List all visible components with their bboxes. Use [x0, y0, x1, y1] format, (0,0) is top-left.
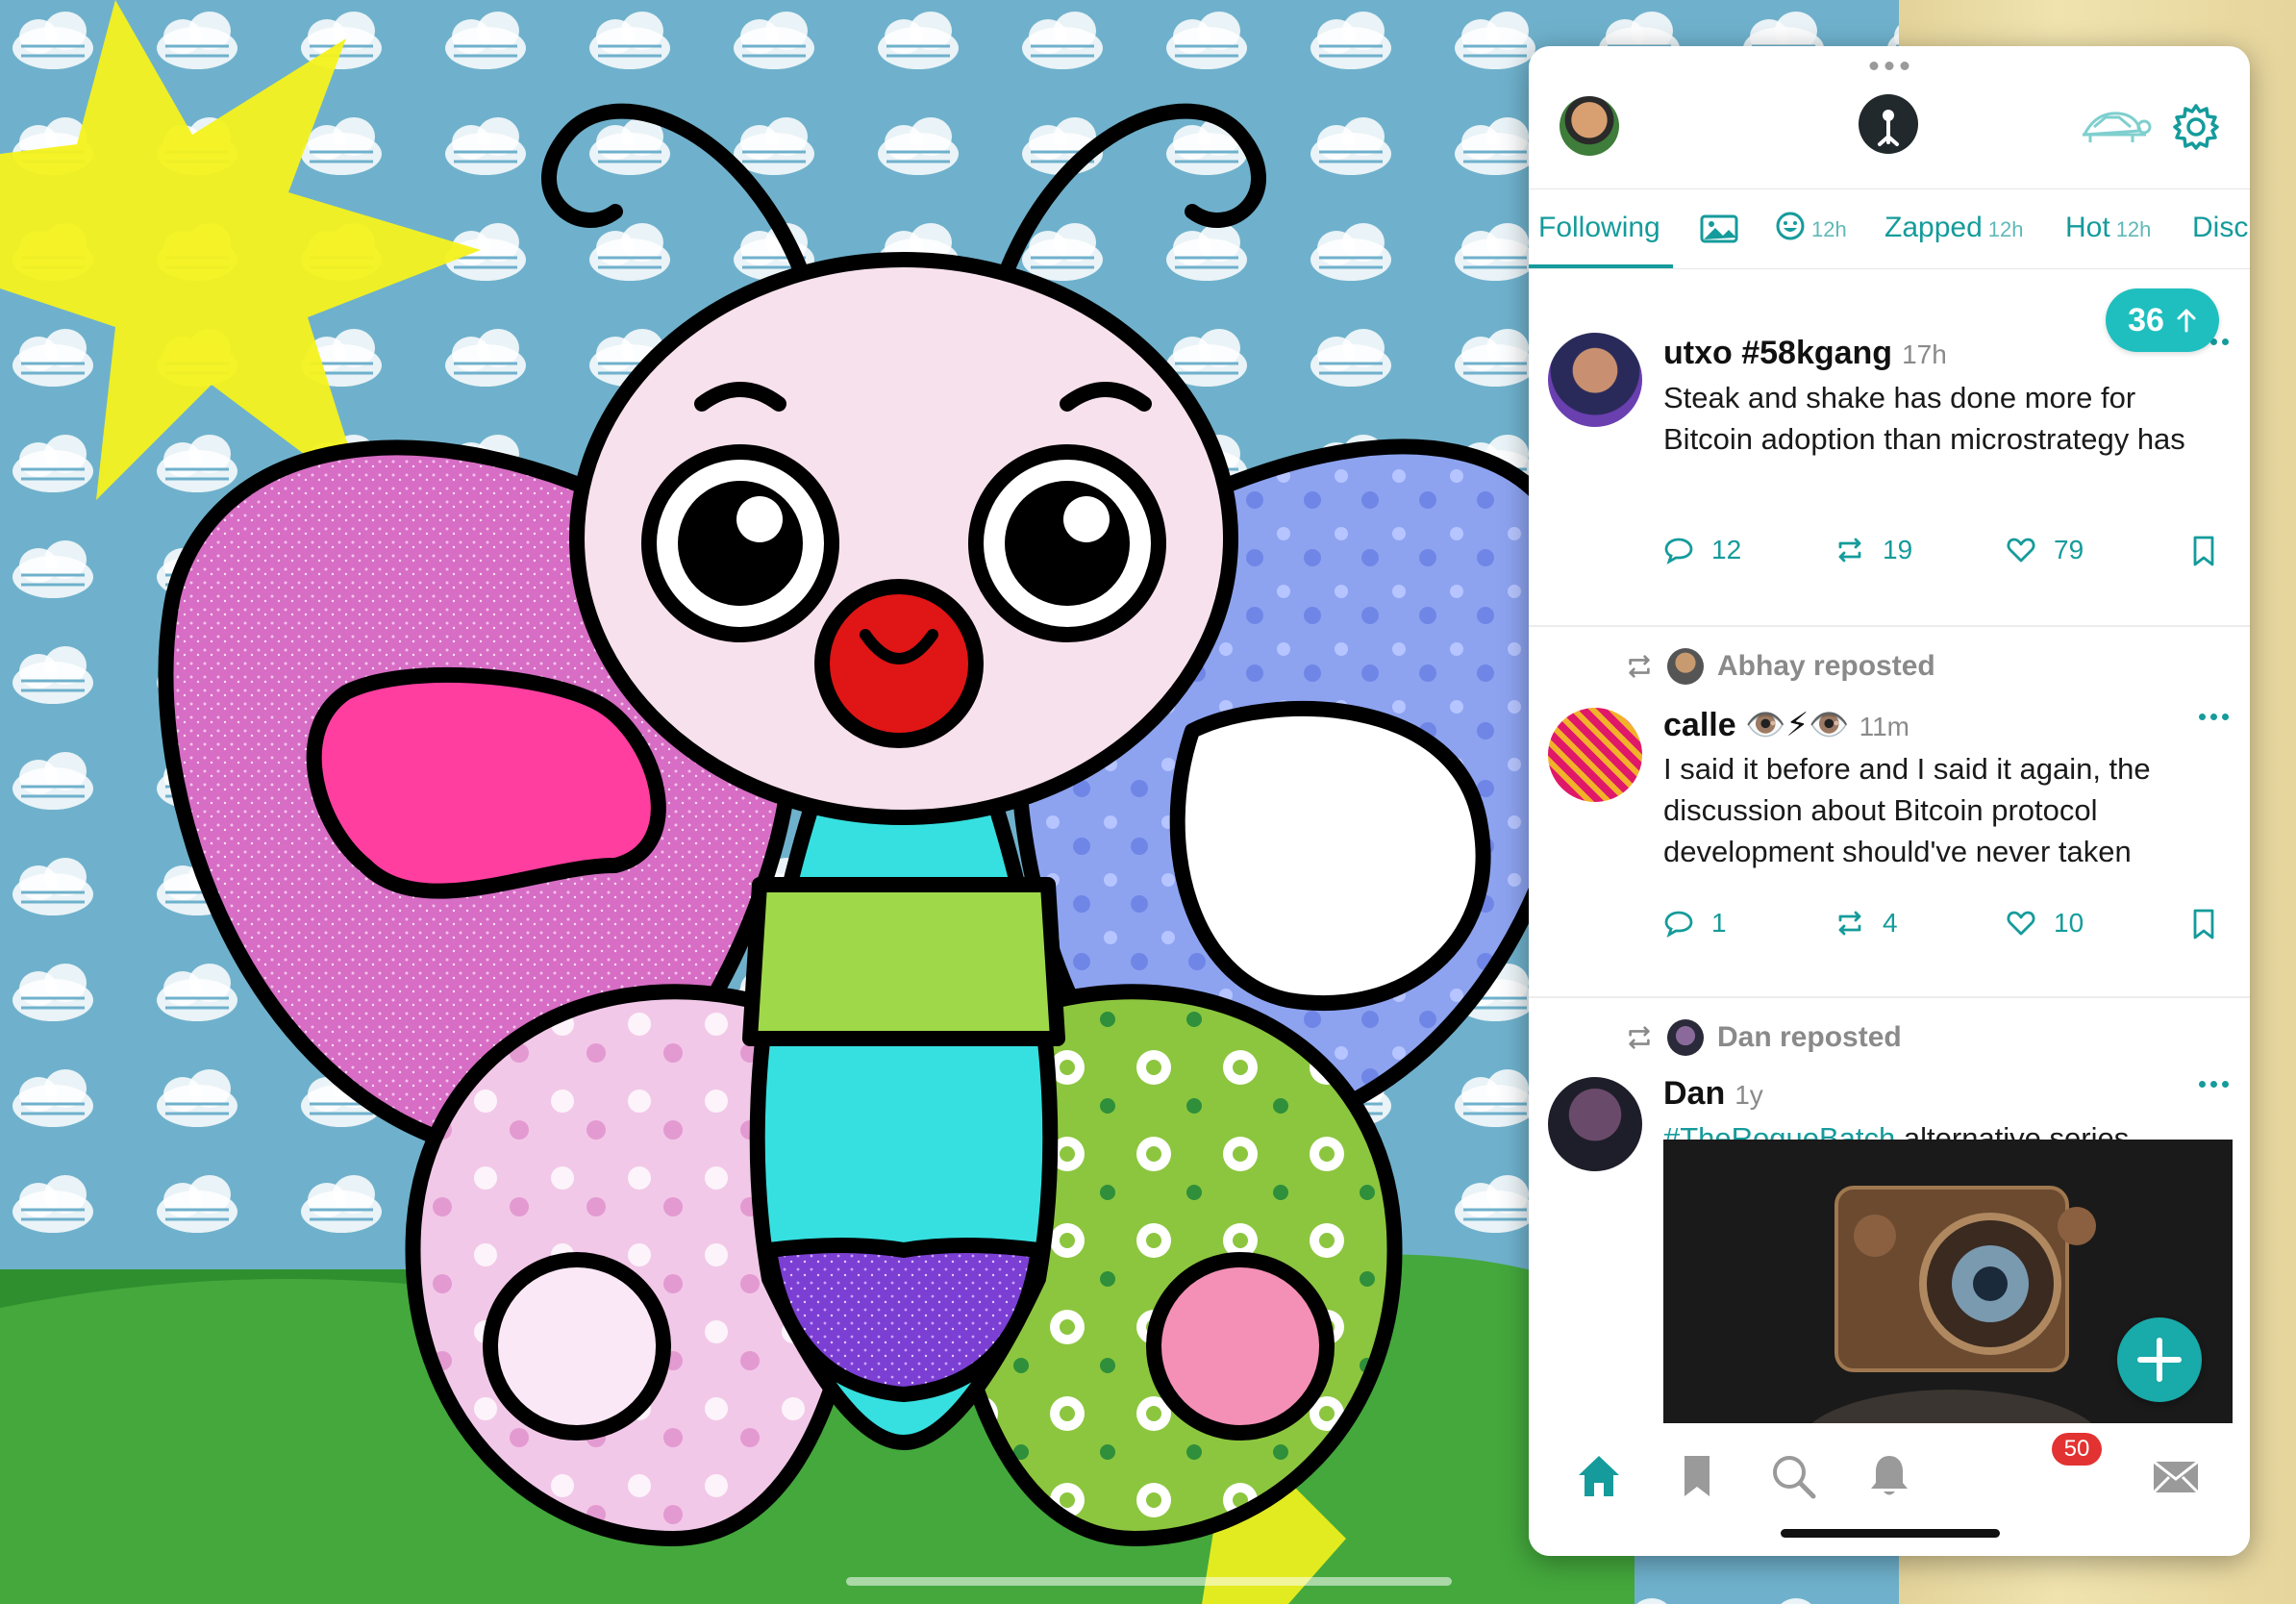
repost-indicator[interactable]: Abhay reposted — [1625, 648, 1935, 685]
repost-icon — [1838, 538, 1861, 563]
new-posts-count: 36 — [2128, 301, 2164, 338]
post-author[interactable]: Dan 1y — [1663, 1075, 1763, 1113]
reposted-by-label: Abhay reposted — [1717, 650, 1935, 682]
image-icon[interactable] — [1700, 214, 1738, 243]
arrow-up-icon — [2177, 309, 2196, 333]
plus-icon — [2137, 1338, 2182, 1382]
heart-icon — [2007, 538, 2035, 563]
turtle-icon[interactable] — [2077, 106, 2152, 148]
reply-icon — [1664, 911, 1693, 939]
reply-icon — [1664, 538, 1693, 565]
tab-reactions[interactable]: 12h — [1775, 189, 1847, 266]
reply-button[interactable]: 1 — [1663, 908, 1727, 939]
feed-tabs: Following 12h Zapped 12h Hot 12h Disc — [1529, 188, 2250, 269]
bookmark-icon[interactable] — [1671, 1450, 1723, 1502]
repost-button[interactable]: 19 — [1834, 535, 1912, 565]
tab-zapped-age: 12h — [1987, 217, 2024, 241]
tab-active-indicator — [1529, 264, 1673, 268]
more-options-icon[interactable] — [2199, 1081, 2229, 1088]
repost-indicator[interactable]: Dan reposted — [1625, 1019, 1902, 1056]
post-time: 1y — [1734, 1080, 1763, 1110]
like-button[interactable]: 10 — [2006, 908, 2084, 939]
reply-button[interactable]: 12 — [1663, 535, 1741, 565]
home-icon[interactable] — [1573, 1450, 1625, 1502]
gear-icon[interactable] — [2171, 102, 2221, 152]
author-avatar[interactable] — [1548, 1077, 1642, 1171]
home-indicator[interactable] — [1781, 1529, 2000, 1538]
post-actions: 12 19 79 — [1663, 535, 2240, 577]
feed-post[interactable]: Abhay reposted calle 👁️⚡👁️ 11m I said it … — [1529, 627, 2250, 998]
post-image[interactable] — [1663, 1140, 2233, 1466]
bell-icon[interactable] — [1863, 1450, 1915, 1502]
tab-zapped[interactable]: Zapped 12h — [1884, 189, 2023, 266]
tab-discover[interactable]: Disc — [2192, 189, 2248, 266]
post-content: I said it before and I said it again, th… — [1663, 752, 2151, 868]
more-options-icon[interactable] — [2199, 714, 2229, 720]
like-button[interactable]: 79 — [2006, 535, 2084, 565]
relay-logo[interactable] — [1859, 94, 1918, 154]
tab-reactions-age: 12h — [1811, 217, 1847, 241]
like-count: 79 — [2054, 535, 2084, 564]
author-avatar[interactable] — [1548, 708, 1642, 802]
repost-icon — [1629, 1026, 1650, 1049]
tab-hot-age: 12h — [2115, 217, 2152, 241]
search-icon[interactable] — [1767, 1450, 1819, 1502]
tab-hot-label: Hot — [2065, 212, 2110, 243]
author-avatar[interactable] — [1548, 333, 1642, 427]
home-indicator[interactable] — [846, 1577, 1452, 1586]
repost-icon — [1629, 655, 1650, 678]
repost-icon — [1838, 911, 1861, 936]
mail-icon[interactable] — [2150, 1450, 2202, 1502]
repost-count: 4 — [1883, 908, 1898, 938]
reposted-by-label: Dan reposted — [1717, 1021, 1902, 1053]
tab-discover-label: Disc — [2192, 212, 2249, 243]
repost-button[interactable]: 4 — [1834, 908, 1898, 939]
reposter-avatar[interactable] — [1667, 648, 1704, 685]
like-count: 10 — [2054, 908, 2084, 938]
notifications-badge: 50 — [2052, 1433, 2102, 1466]
slide-over-grabber[interactable] — [1869, 62, 1909, 70]
compose-button[interactable] — [2117, 1317, 2202, 1402]
heart-icon — [2007, 911, 2035, 936]
post-author[interactable]: calle 👁️⚡👁️ 11m — [1663, 706, 1909, 744]
post-actions: 1 4 10 — [1663, 908, 2240, 950]
new-posts-pill[interactable]: 36 — [2106, 288, 2219, 352]
tab-following[interactable]: Following — [1538, 189, 1660, 266]
tab-zapped-label: Zapped — [1884, 212, 1983, 243]
post-time: 17h — [1902, 339, 1947, 369]
post-time: 11m — [1859, 712, 1909, 741]
slide-over-panel: Following 12h Zapped 12h Hot 12h Disc utxo… — [1529, 46, 2250, 1556]
smiley-icon — [1776, 212, 1805, 240]
profile-avatar[interactable] — [1560, 96, 1619, 156]
bookmark-icon[interactable] — [2190, 535, 2217, 567]
reposter-avatar[interactable] — [1667, 1019, 1704, 1056]
reply-count: 1 — [1711, 908, 1727, 938]
bookmark-icon[interactable] — [2190, 908, 2217, 940]
post-author[interactable]: utxo #58kgang 17h — [1663, 335, 1947, 372]
reply-count: 12 — [1711, 535, 1742, 564]
repost-count: 19 — [1883, 535, 1913, 564]
post-content: Steak and shake has done more for Bitcoi… — [1663, 381, 2185, 456]
tab-following-label: Following — [1538, 212, 1660, 243]
tab-hot[interactable]: Hot 12h — [2065, 189, 2151, 266]
